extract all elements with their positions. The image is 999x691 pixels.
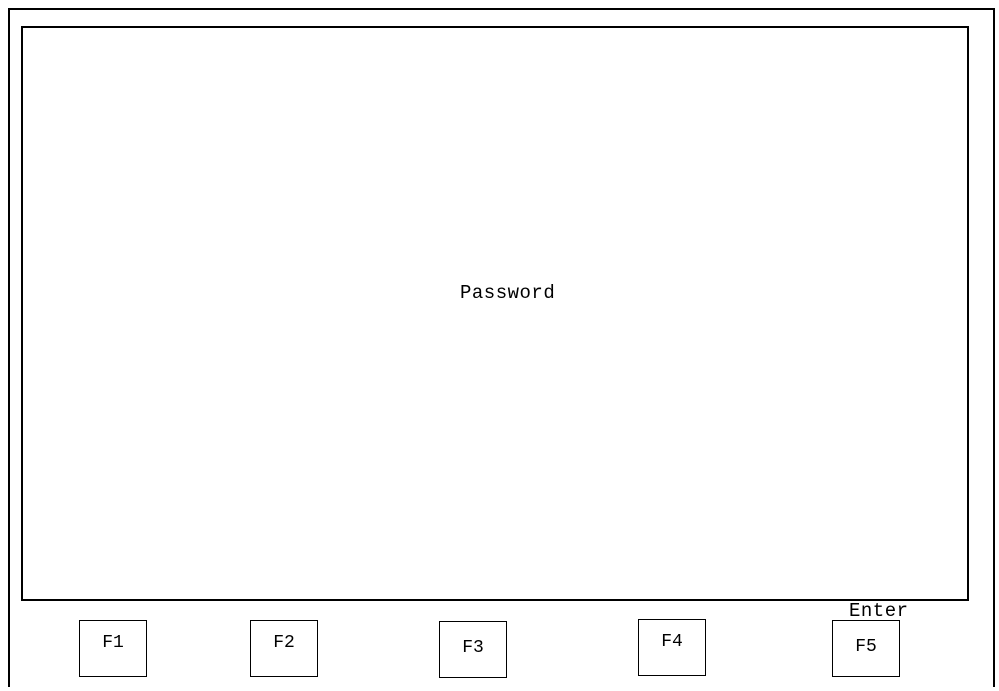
f4-key-button[interactable]: F4	[638, 619, 706, 676]
f3-key-button[interactable]: F3	[439, 621, 507, 678]
f2-key-button[interactable]: F2	[250, 620, 318, 677]
password-prompt: Password	[460, 282, 556, 304]
f3-key-label: F3	[462, 638, 484, 658]
f5-key-button[interactable]: F5	[832, 620, 900, 677]
f1-key-button[interactable]: F1	[79, 620, 147, 677]
display-screen: Password Enter	[21, 26, 969, 622]
f5-key-label: F5	[855, 637, 877, 657]
f2-key-label: F2	[273, 633, 295, 653]
f1-key-label: F1	[102, 633, 124, 653]
f4-key-label: F4	[661, 632, 683, 652]
enter-softkey-label: Enter	[849, 600, 909, 622]
